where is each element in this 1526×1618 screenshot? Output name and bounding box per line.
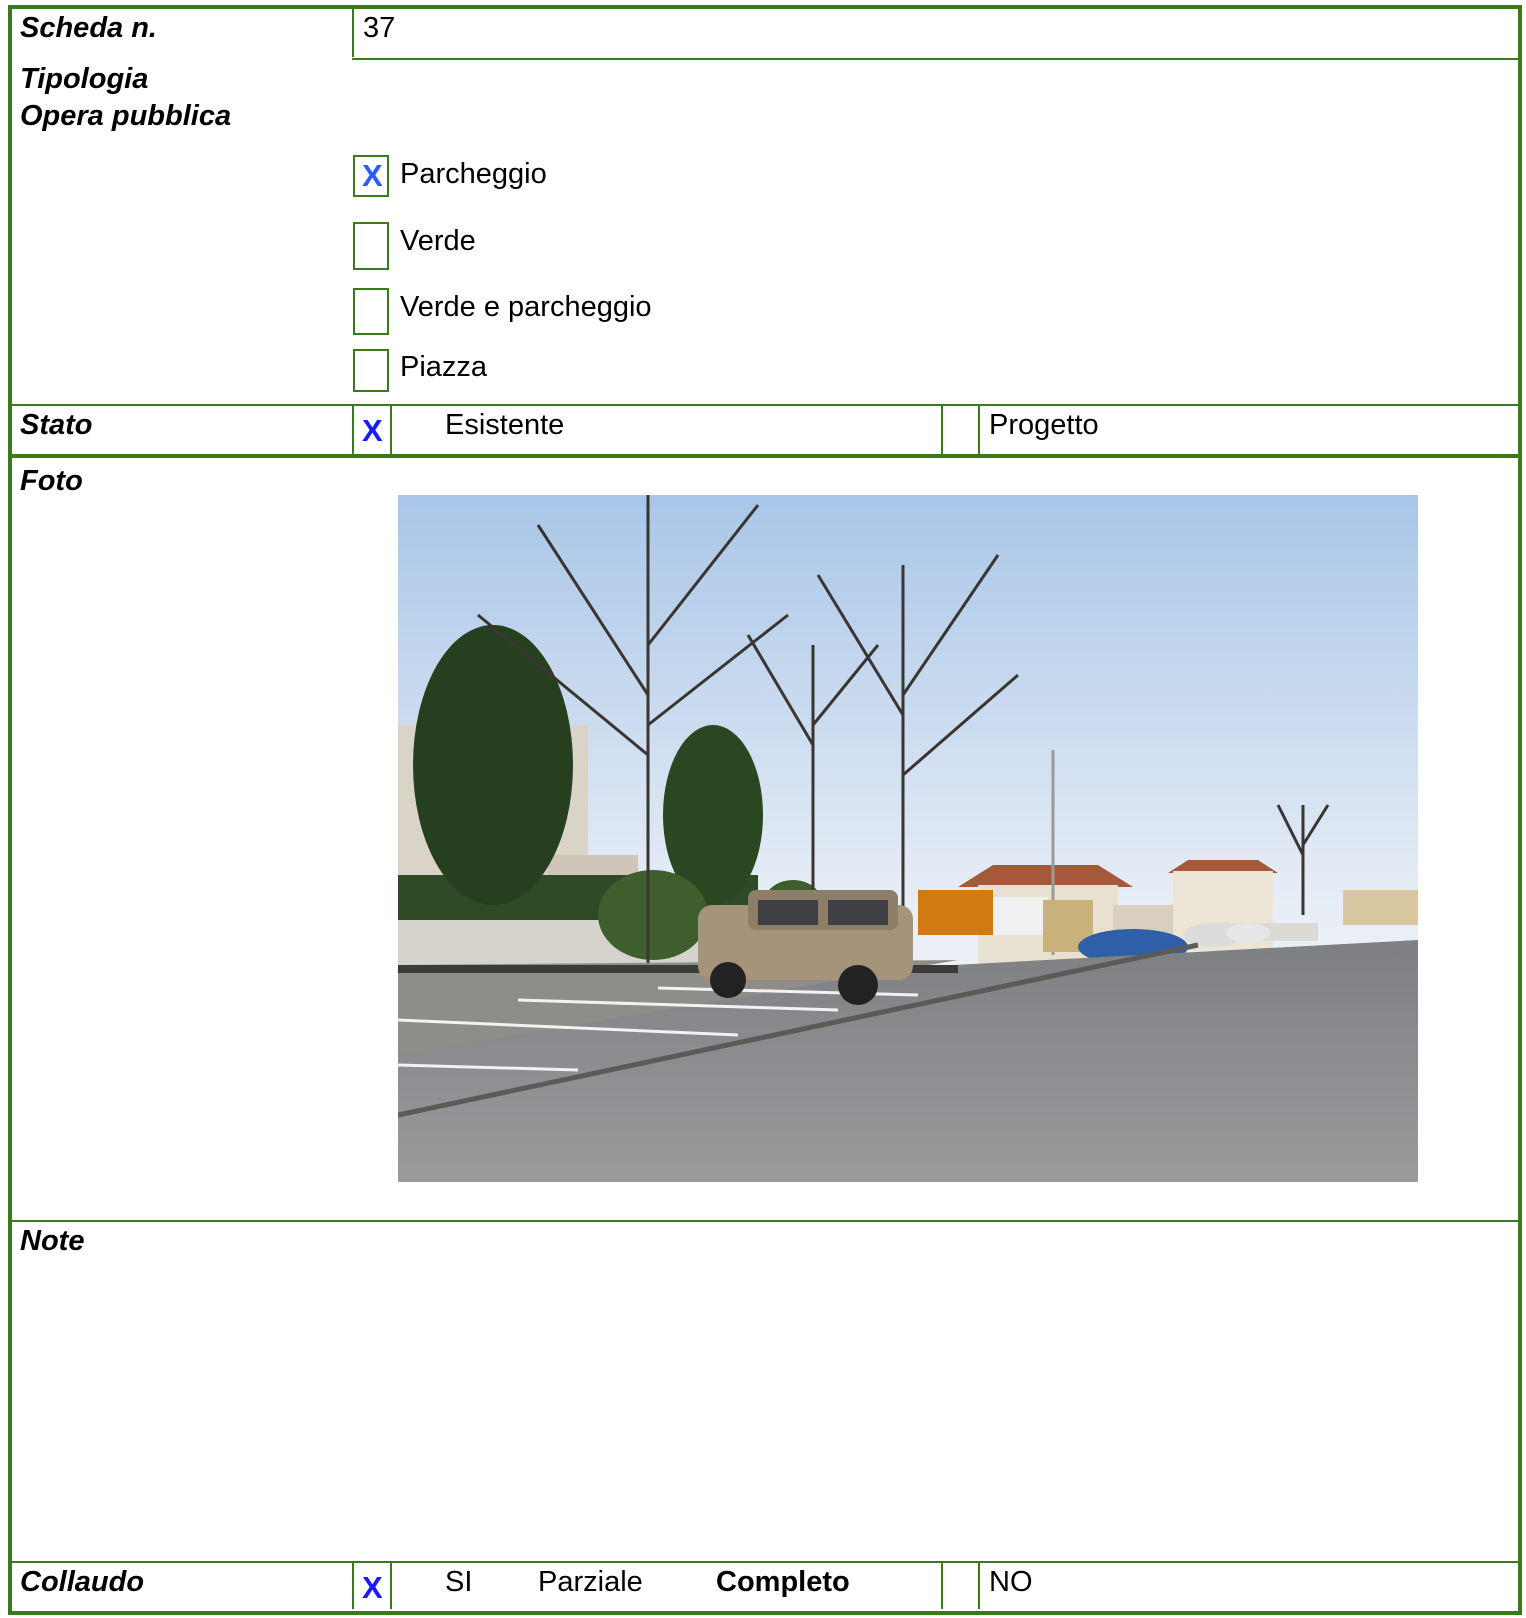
scheda-value: 37 <box>363 12 396 44</box>
option-verde-e-parcheggio: Verde e parcheggio <box>400 291 652 323</box>
divider <box>12 454 1520 458</box>
divider <box>978 1561 980 1609</box>
divider <box>352 9 354 57</box>
stato-esistente: Esistente <box>445 409 565 441</box>
divider <box>941 404 943 454</box>
foto-label: Foto <box>20 465 83 497</box>
stato-check-mark[interactable]: X <box>362 413 383 449</box>
checkbox-piazza[interactable] <box>353 349 389 392</box>
divider <box>978 404 980 454</box>
collaudo-check-mark[interactable]: X <box>362 1570 383 1606</box>
note-label: Note <box>20 1225 85 1257</box>
divider <box>352 58 1520 60</box>
collaudo-label: Collaudo <box>20 1566 145 1598</box>
opera-pubblica-label: Opera pubblica <box>20 100 232 132</box>
divider <box>352 1561 354 1609</box>
stato-progetto: Progetto <box>989 409 1099 441</box>
divider <box>390 404 392 454</box>
scheda-label: Scheda n. <box>20 12 157 44</box>
collaudo-si: SI <box>445 1566 473 1598</box>
collaudo-no: NO <box>989 1566 1033 1598</box>
checkbox-verde-e-parcheggio[interactable] <box>353 288 389 335</box>
stato-label: Stato <box>20 409 93 441</box>
parking-photo <box>398 495 1418 1182</box>
divider <box>352 404 354 454</box>
tipologia-label: Tipologia <box>20 63 149 95</box>
option-verde: Verde <box>400 225 476 257</box>
checkbox-verde[interactable] <box>353 222 389 270</box>
divider <box>390 1561 392 1609</box>
collaudo-completo: Completo <box>716 1566 850 1598</box>
option-piazza: Piazza <box>400 351 488 383</box>
collaudo-parziale: Parziale <box>538 1566 643 1598</box>
divider <box>12 404 1520 406</box>
divider <box>12 1220 1520 1222</box>
check-mark-parcheggio: X <box>362 158 383 193</box>
option-parcheggio: Parcheggio <box>400 158 547 190</box>
divider <box>12 1561 1520 1563</box>
divider <box>941 1561 943 1609</box>
